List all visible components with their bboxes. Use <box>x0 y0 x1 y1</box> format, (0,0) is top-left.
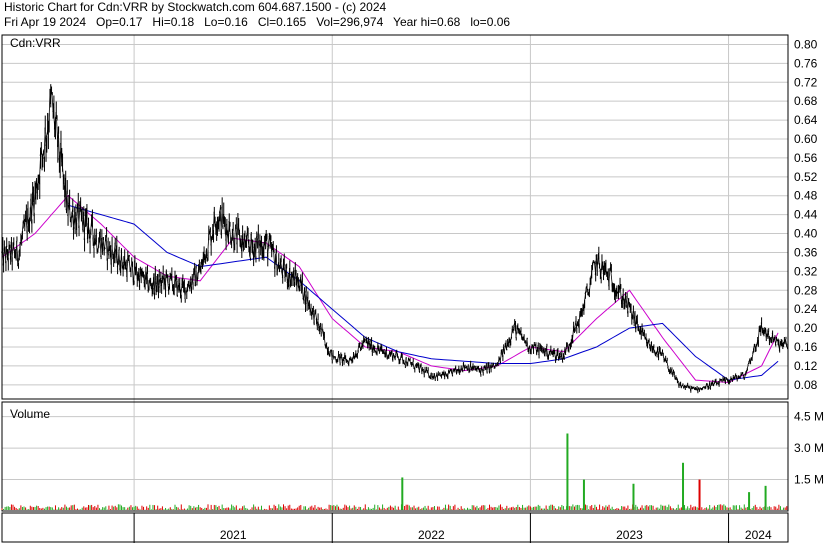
x-tick-label: 2024 <box>745 528 772 542</box>
price-tick-label: 0.60 <box>794 132 818 146</box>
price-tick-label: 0.52 <box>794 170 818 184</box>
price-tick-label: 0.08 <box>794 378 818 392</box>
volume-tick-label: 3.0 M <box>794 441 824 455</box>
x-tick-label: 2023 <box>616 528 643 542</box>
volume-tick-label: 4.5 M <box>794 410 824 424</box>
volume-tick-label: 1.5 M <box>794 473 824 487</box>
price-tick-label: 0.68 <box>794 94 818 108</box>
price-tick-label: 0.12 <box>794 359 818 373</box>
price-tick-label: 0.64 <box>794 113 818 127</box>
price-tick-label: 0.20 <box>794 321 818 335</box>
chart-header-title: Historic Chart for Cdn:VRR by Stockwatch… <box>4 0 387 14</box>
price-tick-label: 0.76 <box>794 56 818 70</box>
stock-chart: 0.80 0.76 0.72 0.68 0.64 0.60 0.56 0.52 0.48 0.44… <box>0 0 830 543</box>
price-tick-label: 0.28 <box>794 283 818 297</box>
price-tick-label: 0.80 <box>794 37 818 51</box>
price-tick-label: 0.16 <box>794 340 818 354</box>
price-tick-label: 0.32 <box>794 264 818 278</box>
x-tick-label: 2021 <box>220 528 247 542</box>
price-tick-label: 0.40 <box>794 227 818 241</box>
price-segment <box>548 352 551 355</box>
x-tick-label: 2022 <box>418 528 445 542</box>
price-tick-label: 0.36 <box>794 245 818 259</box>
chart-header-quote: Fri Apr 19 2024 Op=0.17 Hi=0.18 Lo=0.16 … <box>4 15 511 29</box>
volume-label: Volume <box>10 407 50 421</box>
symbol-label: Cdn:VRR <box>10 36 61 50</box>
price-tick-label: 0.48 <box>794 189 818 203</box>
price-tick-label: 0.24 <box>794 302 818 316</box>
price-tick-label: 0.72 <box>794 75 818 89</box>
price-tick-label: 0.44 <box>794 208 818 222</box>
price-tick-label: 0.56 <box>794 151 818 165</box>
